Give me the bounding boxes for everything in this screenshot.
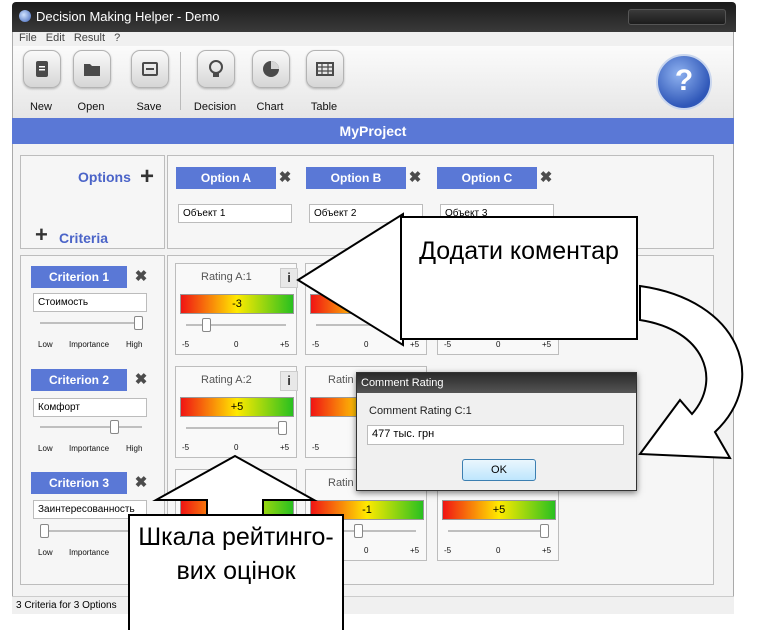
annotation-arrows	[152, 212, 744, 521]
callout-arrow-left	[296, 212, 404, 347]
callout-arrow-up	[152, 454, 318, 521]
curved-arrow	[638, 284, 744, 460]
rating-scale-callout: Шкала рейтинго-вих оцінок	[128, 514, 344, 630]
add-comment-callout: Додати коментар	[400, 216, 638, 340]
